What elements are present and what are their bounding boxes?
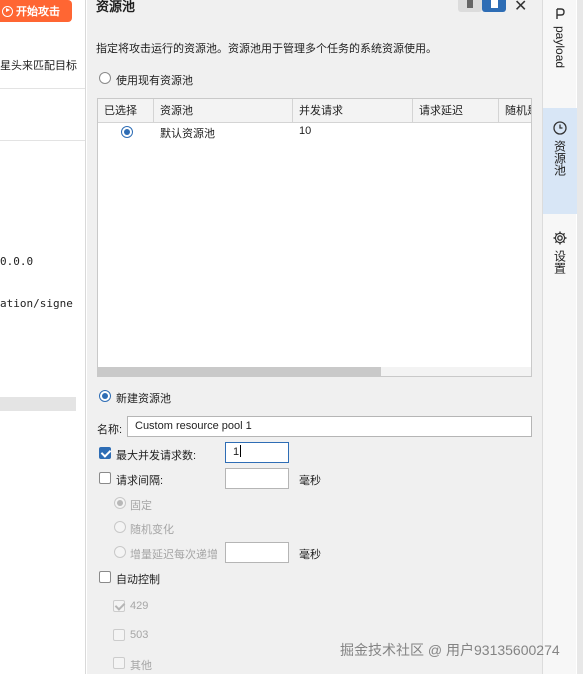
code-429-label: 429 bbox=[130, 600, 149, 612]
layout-toggle-left-button[interactable] bbox=[458, 0, 482, 12]
tab-settings[interactable]: 设置 bbox=[543, 224, 577, 304]
left-code-line: ation/signe bbox=[0, 297, 73, 310]
ms-unit-label: 毫秒 bbox=[299, 475, 321, 487]
panel-title: 资源池 bbox=[96, 0, 136, 14]
other-code-label: 其他 bbox=[130, 660, 152, 672]
pool-name-input[interactable]: Custom resource pool 1 bbox=[127, 416, 532, 437]
row-pool-name: 默认资源池 bbox=[160, 128, 215, 140]
text-caret bbox=[240, 445, 242, 457]
code-429-checkbox[interactable] bbox=[113, 600, 125, 612]
column-header-concurrent[interactable]: 并发请求 bbox=[293, 99, 413, 123]
column-header-random[interactable]: 随机是 bbox=[499, 99, 531, 123]
code-503-label: 503 bbox=[130, 629, 149, 641]
layout-left-icon bbox=[467, 0, 473, 8]
auto-control-checkbox[interactable] bbox=[99, 571, 111, 583]
use-existing-pool-radio[interactable] bbox=[99, 72, 111, 84]
fixed-radio[interactable] bbox=[114, 497, 126, 509]
watermark-text: 掘金技术社区 @ 用户93135600274 bbox=[340, 642, 560, 658]
tab-resource-pool[interactable]: 资源池 bbox=[543, 108, 577, 214]
use-existing-pool-label[interactable]: 使用现有资源池 bbox=[116, 72, 193, 88]
left-panel: 开始攻击 星头来匹配目标 0.0.0 ation/signe bbox=[0, 0, 86, 674]
code-503-checkbox[interactable] bbox=[113, 629, 125, 641]
other-code-checkbox[interactable] bbox=[113, 657, 125, 669]
request-interval-label[interactable]: 请求间隔: bbox=[116, 472, 163, 488]
left-selection-highlight bbox=[0, 397, 76, 411]
max-concurrent-label[interactable]: 最大并发请求数: bbox=[116, 447, 196, 463]
gear-icon bbox=[553, 231, 567, 245]
play-circle-icon bbox=[2, 5, 13, 17]
tab-payload[interactable]: payload bbox=[543, 2, 577, 102]
tab-resource-pool-label: 资源池 bbox=[552, 140, 567, 176]
column-header-pool[interactable]: 资源池 bbox=[154, 99, 293, 123]
payload-icon bbox=[556, 8, 565, 19]
tab-settings-label: 设置 bbox=[552, 250, 567, 274]
max-concurrent-input[interactable]: 1 bbox=[225, 442, 289, 463]
new-pool-radio[interactable] bbox=[99, 390, 111, 402]
table-header: 已选择 资源池 并发请求 请求延迟 随机是 bbox=[98, 99, 531, 123]
increment-delay-input[interactable] bbox=[225, 542, 289, 563]
auto-control-label[interactable]: 自动控制 bbox=[116, 571, 160, 587]
max-concurrent-checkbox[interactable] bbox=[99, 447, 111, 459]
left-divider bbox=[0, 140, 85, 141]
column-header-delay[interactable]: 请求延迟 bbox=[413, 99, 499, 123]
row-selected-radio[interactable] bbox=[121, 126, 133, 138]
new-pool-label[interactable]: 新建资源池 bbox=[116, 390, 171, 406]
random-variation-radio[interactable] bbox=[114, 521, 126, 533]
name-label: 名称: bbox=[97, 424, 123, 436]
window-edge bbox=[577, 0, 583, 674]
layout-right-icon bbox=[490, 0, 498, 8]
start-attack-button[interactable]: 开始攻击 bbox=[0, 0, 72, 22]
request-interval-input[interactable] bbox=[225, 468, 289, 489]
ms-unit-label-2: 毫秒 bbox=[299, 549, 321, 561]
random-variation-label: 随机变化 bbox=[130, 524, 174, 536]
fixed-label: 固定 bbox=[130, 500, 152, 512]
layout-toggle-right-button[interactable] bbox=[482, 0, 506, 12]
left-code-line: 0.0.0 bbox=[0, 255, 34, 268]
panel-description: 指定将攻击运行的资源池。资源池用于管理多个任务的系统资源使用。 bbox=[96, 43, 437, 55]
right-tab-strip: payload 资源池 设置 bbox=[542, 0, 577, 674]
start-attack-label: 开始攻击 bbox=[16, 6, 60, 18]
left-divider bbox=[0, 88, 85, 89]
column-header-selected[interactable]: 已选择 bbox=[98, 99, 154, 123]
resource-pool-panel: 资源池 ✕ 指定将攻击运行的资源池。资源池用于管理多个任务的系统资源使用。 使用… bbox=[87, 0, 542, 674]
row-concurrent: 10 bbox=[299, 125, 312, 137]
tab-payload-label: payload bbox=[553, 26, 567, 69]
max-concurrent-value: 1 bbox=[233, 446, 240, 458]
left-hint-text: 星头来匹配目标 bbox=[0, 60, 77, 72]
clock-icon bbox=[553, 121, 567, 135]
request-interval-checkbox[interactable] bbox=[99, 472, 111, 484]
increment-delay-radio[interactable] bbox=[114, 546, 126, 558]
resource-pool-table: 已选择 资源池 并发请求 请求延迟 随机是 默认资源池 10 bbox=[97, 98, 532, 377]
scrollbar-thumb[interactable] bbox=[98, 367, 381, 376]
close-icon[interactable]: ✕ bbox=[514, 0, 527, 16]
horizontal-scrollbar[interactable] bbox=[98, 367, 531, 376]
increment-delay-label: 增量延迟每次递增 bbox=[130, 549, 218, 561]
